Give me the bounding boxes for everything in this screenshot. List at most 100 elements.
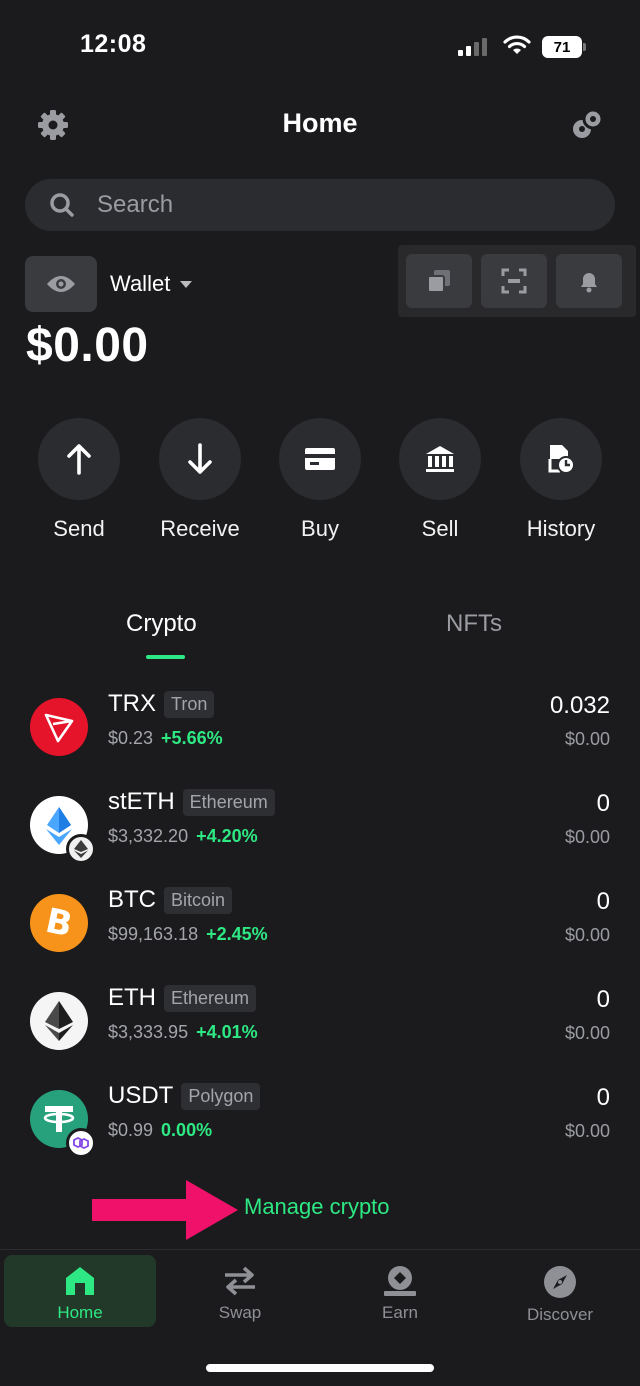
asset-amount: 0 — [596, 790, 610, 817]
asset-row-steth[interactable]: stETH Ethereum $3,332.20 +4.20% 0 $0.00 — [0, 788, 640, 886]
eye-icon — [47, 276, 75, 292]
asset-row-eth[interactable]: ETH Ethereum $3,333.95 +4.01% 0 $0.00 — [0, 984, 640, 1082]
sell-circle[interactable] — [399, 418, 481, 500]
asset-value: $0.00 — [564, 827, 610, 847]
asset-symbol: stETH Ethereum — [108, 788, 275, 816]
active-tab-indicator — [146, 655, 185, 659]
wallet-selector[interactable]: Wallet — [110, 271, 193, 297]
asset-amount: 0 — [596, 1084, 610, 1111]
nav-divider — [0, 1249, 640, 1250]
asset-value: $0.00 — [564, 1121, 610, 1141]
history-button[interactable]: History — [501, 418, 621, 542]
battery-tip — [583, 43, 586, 51]
asset-price-line: $99,163.18 +2.45% — [108, 924, 268, 945]
asset-amount: 0.032 — [549, 692, 610, 719]
hide-balance-button[interactable] — [25, 256, 97, 312]
buy-label: Buy — [301, 516, 339, 541]
ethereum-icon — [30, 992, 88, 1050]
connect-icon[interactable] — [570, 108, 606, 142]
asset-change: +2.45% — [206, 924, 268, 944]
buy-button[interactable]: Buy — [260, 418, 380, 542]
network-chip: Ethereum — [164, 984, 257, 1012]
asset-symbol: USDT Polygon — [108, 1082, 261, 1110]
arrow-up-icon — [67, 444, 91, 475]
bitcoin-icon: B — [30, 894, 88, 952]
status-time: 12:08 — [80, 30, 147, 58]
receive-circle[interactable] — [159, 418, 241, 500]
sell-button[interactable]: Sell — [380, 418, 500, 542]
receive-label: Receive — [160, 516, 240, 541]
buy-circle[interactable] — [279, 418, 361, 500]
search-placeholder: Search — [97, 191, 174, 218]
polygon-network-badge-icon — [66, 1128, 96, 1158]
asset-price: $0.23 — [108, 728, 154, 748]
tron-icon — [30, 698, 88, 756]
send-circle[interactable] — [38, 418, 120, 500]
nav-swap-label: Swap — [218, 1303, 262, 1322]
swap-icon — [225, 1266, 255, 1296]
asset-value: $0.00 — [564, 729, 610, 749]
ethereum-network-badge-icon — [66, 834, 96, 864]
asset-row-usdt[interactable]: USDT Polygon $0.99 0.00% 0 $0.00 — [0, 1082, 640, 1180]
scan-icon — [501, 268, 527, 294]
bank-icon — [426, 446, 454, 472]
asset-price: $3,333.95 — [108, 1022, 189, 1042]
asset-value: $0.00 — [564, 925, 610, 945]
copy-address-button[interactable] — [406, 254, 472, 308]
asset-row-btc[interactable]: B BTC Bitcoin $99,163.18 +2.45% 0 $0.00 — [0, 886, 640, 984]
card-icon — [305, 448, 335, 470]
asset-ticker: USDT — [108, 1082, 174, 1109]
asset-price: $0.99 — [108, 1120, 154, 1140]
tab-crypto[interactable]: Crypto — [126, 610, 197, 638]
history-icon — [548, 445, 575, 474]
home-indicator — [206, 1364, 434, 1372]
nav-earn[interactable]: Earn — [324, 1255, 476, 1327]
asset-symbol: ETH Ethereum — [108, 984, 257, 1012]
network-chip: Bitcoin — [164, 886, 233, 914]
nav-earn-label: Earn — [382, 1303, 418, 1322]
asset-amount: 0 — [596, 986, 610, 1013]
send-button[interactable]: Send — [19, 418, 139, 542]
asset-change: +4.01% — [196, 1022, 258, 1042]
search-input[interactable]: Search — [25, 179, 615, 231]
receive-button[interactable]: Receive — [140, 418, 260, 542]
copy-icon — [427, 270, 450, 293]
notifications-button[interactable] — [556, 254, 622, 308]
home-icon — [66, 1267, 94, 1295]
asset-change: +5.66% — [161, 728, 223, 748]
asset-symbol: BTC Bitcoin — [108, 886, 233, 914]
scan-button[interactable] — [481, 254, 547, 308]
asset-change: +4.20% — [196, 826, 258, 846]
asset-ticker: BTC — [108, 886, 156, 913]
sell-label: Sell — [421, 516, 459, 541]
asset-symbol: TRX Tron — [108, 690, 215, 718]
wallet-name: Wallet — [110, 271, 171, 296]
nav-discover-label: Discover — [526, 1305, 594, 1324]
earn-icon — [384, 1266, 416, 1296]
history-circle[interactable] — [520, 418, 602, 500]
cellular-signal-icon — [458, 38, 487, 56]
asset-ticker: TRX — [108, 690, 156, 717]
network-chip: Tron — [164, 690, 215, 718]
nav-home[interactable]: Home — [4, 1255, 156, 1327]
history-label: History — [526, 516, 596, 541]
annotation-arrow-icon — [92, 1180, 238, 1240]
wifi-icon — [503, 35, 531, 54]
manage-crypto-link[interactable]: Manage crypto — [244, 1194, 390, 1220]
asset-change: 0.00% — [161, 1120, 213, 1140]
nav-home-label: Home — [57, 1303, 103, 1322]
nav-discover[interactable]: Discover — [484, 1255, 636, 1327]
asset-price: $3,332.20 — [108, 826, 189, 846]
asset-row-trx[interactable]: TRX Tron $0.23 +5.66% 0.032 $0.00 — [0, 690, 640, 788]
tab-nfts[interactable]: NFTs — [446, 610, 502, 638]
asset-value: $0.00 — [564, 1023, 610, 1043]
arrow-down-icon — [188, 443, 212, 474]
send-label: Send — [53, 516, 105, 541]
compass-icon — [544, 1266, 576, 1298]
asset-price: $99,163.18 — [108, 924, 199, 944]
nav-swap[interactable]: Swap — [164, 1255, 316, 1327]
asset-price-line: $3,332.20 +4.20% — [108, 826, 258, 847]
battery-icon: 71 — [542, 36, 582, 58]
wallet-balance: $0.00 — [26, 319, 149, 372]
asset-price-line: $3,333.95 +4.01% — [108, 1022, 258, 1043]
